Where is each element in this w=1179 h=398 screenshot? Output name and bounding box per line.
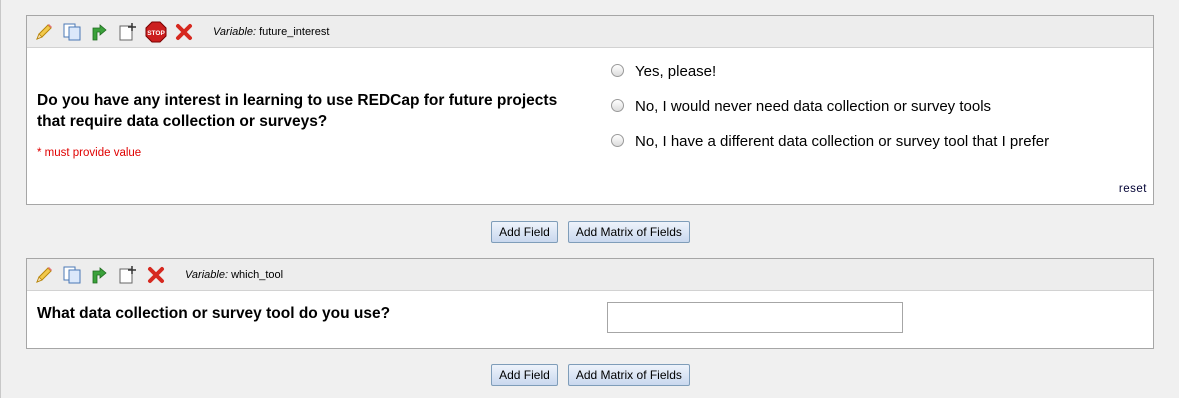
question-text: Do you have any interest in learning to … bbox=[37, 92, 558, 130]
question-text: What data collection or survey tool do y… bbox=[37, 305, 391, 322]
branching-logic-icon[interactable] bbox=[89, 264, 111, 286]
field-which-tool: Variable: which_tool What data collectio… bbox=[26, 258, 1154, 349]
svg-text:STOP: STOP bbox=[147, 30, 165, 37]
field-future-interest: STOP Variable: future_interest Do you ha… bbox=[26, 15, 1154, 205]
variable-label: Variable: future_interest bbox=[213, 26, 329, 38]
add-field-buttons: Add Field Add Matrix of Fields bbox=[1, 221, 1179, 243]
add-matrix-button[interactable]: Add Matrix of Fields bbox=[567, 364, 690, 386]
add-field-button[interactable]: Add Field bbox=[491, 221, 558, 243]
choice-label: No, I would never need data collection o… bbox=[635, 98, 992, 115]
delete-icon[interactable] bbox=[145, 264, 167, 286]
required-note: * must provide value bbox=[37, 147, 142, 159]
move-icon[interactable] bbox=[117, 21, 139, 43]
variable-key: Variable: bbox=[185, 268, 229, 281]
choice-no-different[interactable]: No, I have a different data collection o… bbox=[611, 130, 1131, 153]
choice-no-never[interactable]: No, I would never need data collection o… bbox=[611, 95, 1131, 118]
pencil-icon[interactable] bbox=[33, 264, 55, 286]
radio-button[interactable] bbox=[611, 64, 624, 77]
add-field-button[interactable]: Add Field bbox=[491, 364, 558, 386]
variable-key: Variable: bbox=[213, 25, 257, 38]
reset-link[interactable]: reset bbox=[1119, 183, 1147, 195]
add-field-buttons-2: Add Field Add Matrix of Fields bbox=[1, 364, 1179, 386]
pencil-icon[interactable] bbox=[33, 21, 55, 43]
which-tool-input[interactable] bbox=[607, 302, 903, 333]
variable-name: which_tool bbox=[231, 268, 284, 281]
radio-button[interactable] bbox=[611, 134, 624, 147]
field-toolbar: STOP Variable: future_interest bbox=[27, 16, 1153, 48]
copy-icon[interactable] bbox=[61, 264, 83, 286]
variable-name: future_interest bbox=[259, 25, 330, 38]
choice-label: No, I have a different data collection o… bbox=[635, 133, 1050, 150]
add-matrix-button[interactable]: Add Matrix of Fields bbox=[567, 221, 690, 243]
move-icon[interactable] bbox=[117, 264, 139, 286]
online-designer-canvas: STOP Variable: future_interest Do you ha… bbox=[0, 0, 1179, 398]
field-toolbar: Variable: which_tool bbox=[27, 259, 1153, 291]
radio-button[interactable] bbox=[611, 99, 624, 112]
stop-action-icon[interactable]: STOP bbox=[145, 21, 167, 43]
copy-icon[interactable] bbox=[61, 21, 83, 43]
choice-label: Yes, please! bbox=[635, 63, 717, 80]
variable-label: Variable: which_tool bbox=[185, 269, 283, 281]
branching-logic-icon[interactable] bbox=[89, 21, 111, 43]
choice-yes[interactable]: Yes, please! bbox=[611, 60, 1131, 83]
delete-icon[interactable] bbox=[173, 21, 195, 43]
